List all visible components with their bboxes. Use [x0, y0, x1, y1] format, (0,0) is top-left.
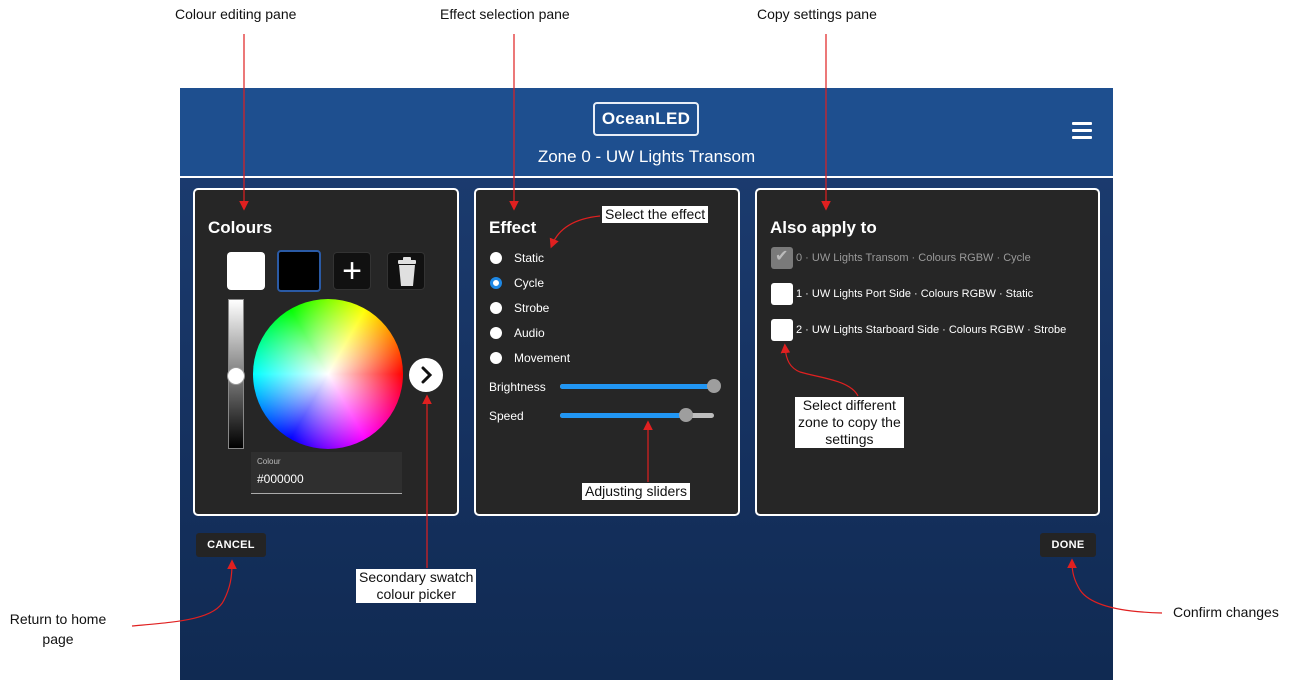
colour-wheel[interactable] — [253, 299, 403, 449]
callout-select-zone: Select different zone to copy the settin… — [795, 397, 904, 448]
brightness-effect-slider[interactable] — [560, 379, 721, 393]
trash-icon[interactable] — [387, 252, 425, 290]
callout-confirm: Confirm changes — [1173, 604, 1279, 620]
radio-button[interactable] — [490, 352, 502, 364]
effect-option-cycle[interactable]: Cycle — [490, 274, 544, 292]
oceanled-logo: OceanLED — [593, 102, 699, 136]
brightness-slider-knob[interactable] — [227, 367, 245, 385]
apply-pane: Also apply to ✔ 0 · UW Lights Transom · … — [755, 188, 1100, 516]
speed-label: Speed — [489, 409, 524, 423]
colour-field-label: Colour — [257, 457, 281, 466]
chevron-right-icon[interactable] — [409, 358, 443, 392]
apply-title: Also apply to — [770, 218, 877, 237]
checkbox[interactable] — [771, 283, 793, 305]
brightness-slider[interactable] — [227, 299, 245, 449]
zone-title: Zone 0 - UW Lights Transom — [537, 147, 756, 166]
checkbox-checked-disabled: ✔ — [771, 247, 793, 269]
effect-option-static[interactable]: Static — [490, 249, 544, 267]
callout-colour-pane: Colour editing pane — [175, 6, 297, 22]
apply-zone-0: ✔ 0 · UW Lights Transom · Colours RGBW ·… — [771, 246, 1031, 270]
effect-option-movement[interactable]: Movement — [490, 349, 570, 367]
radio-button-selected[interactable] — [490, 277, 502, 289]
colours-title: Colours — [208, 218, 273, 237]
radio-button[interactable] — [490, 327, 502, 339]
app-header: OceanLED Zone 0 - UW Lights Transom — [180, 88, 1113, 178]
speed-slider[interactable] — [560, 408, 714, 422]
apply-zone-2[interactable]: 2 · UW Lights Starboard Side · Colours R… — [771, 318, 1066, 342]
callout-adjusting-sliders: Adjusting sliders — [582, 483, 690, 500]
effect-option-strobe[interactable]: Strobe — [490, 299, 549, 317]
callout-select-effect: Select the effect — [602, 206, 709, 223]
apply-zone-1[interactable]: 1 · UW Lights Port Side · Colours RGBW ·… — [771, 282, 1033, 306]
slider-thumb[interactable] — [707, 379, 721, 393]
hamburger-menu-icon[interactable] — [1072, 122, 1092, 139]
checkbox[interactable] — [771, 319, 793, 341]
radio-button[interactable] — [490, 302, 502, 314]
colours-pane: Colours + Colour #000000 — [193, 188, 459, 516]
colour-hex-field[interactable]: Colour #000000 — [251, 452, 402, 494]
app-window: OceanLED Zone 0 - UW Lights Transom Colo… — [180, 88, 1113, 680]
brightness-label: Brightness — [489, 380, 546, 394]
plus-icon[interactable]: + — [333, 252, 371, 290]
callout-secondary-swatch: Secondary swatch colour picker — [356, 569, 477, 603]
effect-option-audio[interactable]: Audio — [490, 324, 545, 342]
slider-fill — [560, 413, 687, 418]
callout-copy-pane: Copy settings pane — [757, 6, 877, 22]
effect-pane: Effect Static Cycle Strobe Audio Movemen… — [474, 188, 740, 516]
done-button[interactable]: DONE — [1040, 533, 1096, 557]
swatch-black-selected[interactable] — [277, 250, 321, 292]
callout-effect-pane: Effect selection pane — [440, 6, 570, 22]
swatch-white[interactable] — [227, 252, 265, 290]
colour-field-value: #000000 — [257, 472, 304, 486]
callout-return-home: Return to home page — [9, 611, 107, 647]
slider-thumb[interactable] — [679, 408, 694, 422]
effect-title: Effect — [489, 218, 537, 237]
radio-button[interactable] — [490, 252, 502, 264]
cancel-button[interactable]: CANCEL — [196, 533, 266, 557]
slider-fill — [560, 384, 714, 389]
